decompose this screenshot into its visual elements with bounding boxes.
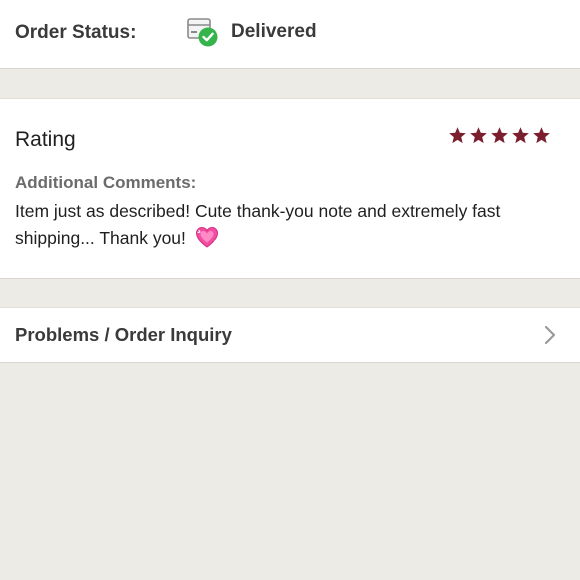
sparkling-heart-icon: [195, 226, 218, 248]
star-rating: [448, 126, 551, 146]
star-icon: [449, 127, 466, 144]
order-status-value: Delivered: [231, 21, 317, 42]
star-icon: [470, 127, 487, 144]
star-icon: [491, 127, 508, 144]
star-icon: [533, 127, 550, 144]
order-status-label: Order Status:: [15, 22, 137, 43]
star-icon: [512, 127, 529, 144]
additional-comments-label: Additional Comments:: [15, 173, 197, 192]
rating-title: Rating: [15, 128, 76, 151]
package-delivered-icon: [187, 18, 218, 47]
additional-comments-text: Item just as described! Cute thank-you n…: [15, 198, 560, 252]
chevron-right-icon[interactable]: [543, 324, 557, 346]
order-inquiry-label[interactable]: Problems / Order Inquiry: [15, 324, 232, 346]
comment-body: Item just as described! Cute thank-you n…: [15, 201, 501, 248]
